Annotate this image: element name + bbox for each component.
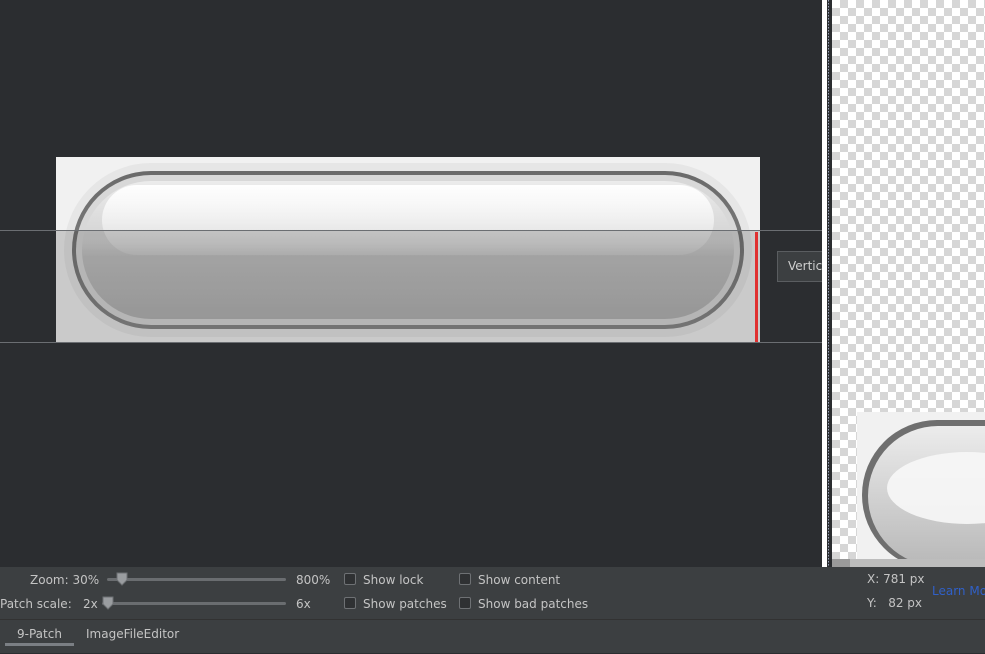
preview-button-image [857,412,985,567]
show-lock-checkbox[interactable] [344,573,356,585]
zoom-label: Zoom: 30% [30,573,100,587]
patch-scale-label: Patch scale: [0,597,72,611]
padding-guide-top[interactable] [0,230,822,231]
patch-scale-min-label: 2x [83,597,98,611]
show-content-label[interactable]: Show content [478,573,560,587]
patch-scale-slider[interactable] [102,602,286,605]
show-patches-checkbox[interactable] [344,597,356,609]
tab-9-patch[interactable]: 9-Patch [5,620,74,654]
cursor-y-readout: Y: 82 px [867,596,923,610]
padding-guide-bottom[interactable] [0,342,822,343]
preview-scrollbar-thumb[interactable] [832,559,850,567]
show-content-checkbox[interactable] [459,573,471,585]
ninepatch-image[interactable] [56,157,760,343]
show-bad-patches-checkbox[interactable] [459,597,471,609]
vertical-padding-marker[interactable] [755,232,758,342]
preview-divider-dots [827,0,831,567]
preview-pane [832,0,985,567]
zoom-max-label: 800% [296,573,331,587]
cursor-x-readout: X: 781 px [867,572,925,586]
preview-scrollbar[interactable] [832,559,985,567]
patch-scale-slider-thumb[interactable] [102,596,114,610]
ninepatch-editor-canvas[interactable]: Vertical Padding: 81 - 206 px [0,0,822,567]
patch-scale-max-label: 6x [296,597,311,611]
show-patches-label[interactable]: Show patches [363,597,447,611]
tab-image-file-editor[interactable]: ImageFileEditor [86,620,179,654]
editor-tabs: 9-Patch ImageFileEditor [0,619,985,653]
learn-more-link[interactable]: Learn Mo [932,584,985,598]
zoom-slider-thumb[interactable] [116,572,128,586]
show-lock-label[interactable]: Show lock [363,573,423,587]
ninepatch-toolbar: Zoom: 30% 800% Patch scale: 2x 6x Show l… [0,567,985,619]
show-bad-patches-label[interactable]: Show bad patches [478,597,588,611]
padding-tooltip: Vertical Padding: 81 - 206 px [777,251,822,282]
zoom-slider[interactable] [107,578,286,581]
glossy-button-image [64,163,752,337]
